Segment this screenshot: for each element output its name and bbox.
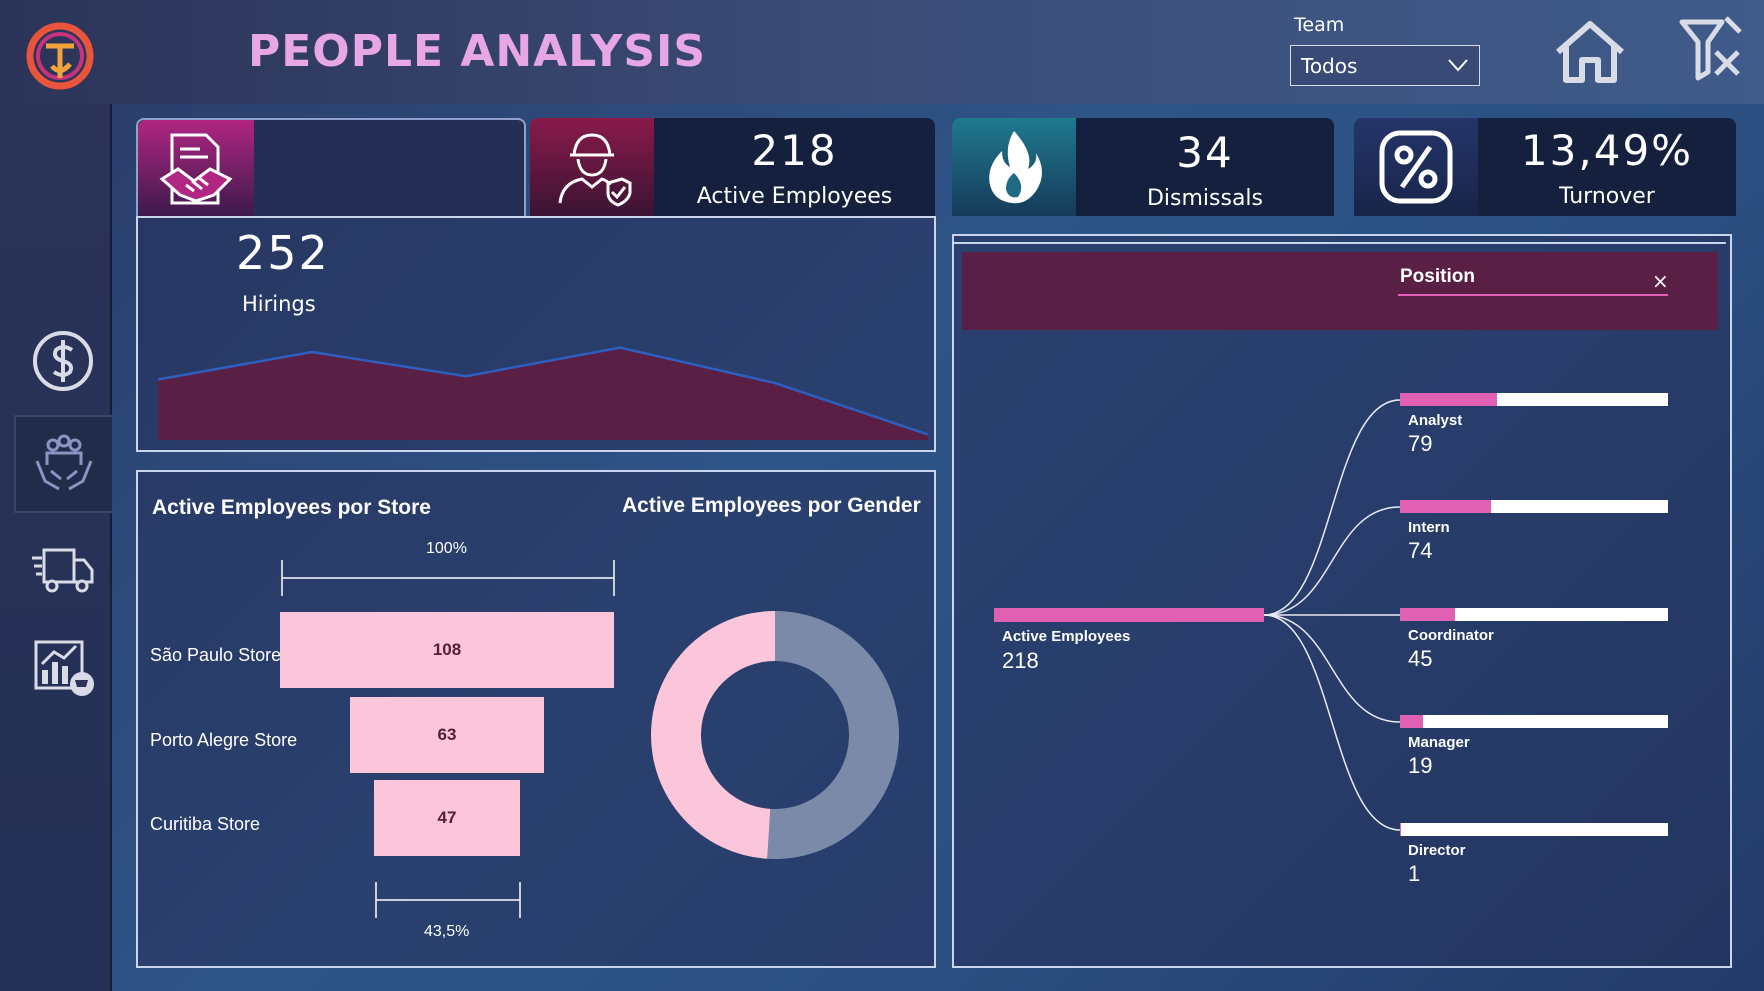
position-node-label: Director bbox=[1408, 842, 1466, 859]
position-node-value: 79 bbox=[1408, 431, 1433, 456]
position-node-label: Analyst bbox=[1408, 412, 1463, 429]
position-node-fill bbox=[1400, 500, 1491, 513]
decomposition-connectors bbox=[1263, 399, 1401, 831]
position-node-value: 19 bbox=[1408, 753, 1433, 778]
position-node-fill bbox=[1400, 608, 1456, 621]
position-node-bar[interactable] bbox=[1400, 823, 1668, 836]
position-node-bar[interactable] bbox=[1400, 393, 1668, 406]
position-node-fill bbox=[1400, 715, 1424, 728]
root-node-value: 218 bbox=[1002, 648, 1039, 673]
position-node-value: 74 bbox=[1408, 538, 1433, 563]
position-node-label: Manager bbox=[1408, 734, 1470, 751]
position-node-label: Coordinator bbox=[1408, 627, 1494, 644]
tree-connector bbox=[1263, 506, 1401, 616]
position-node-bar[interactable] bbox=[1400, 500, 1668, 513]
root-node-bar[interactable] bbox=[994, 608, 1264, 622]
root-node-label: Active Employees bbox=[1002, 628, 1131, 645]
position-node-bar[interactable] bbox=[1400, 715, 1668, 728]
position-node-value: 45 bbox=[1408, 646, 1433, 671]
tree-connector bbox=[1263, 614, 1401, 831]
position-node-value: 1 bbox=[1408, 861, 1421, 886]
tree-connector bbox=[1263, 614, 1401, 723]
position-node-fill bbox=[1400, 393, 1498, 406]
tree-connector bbox=[1263, 399, 1401, 616]
position-node-label: Intern bbox=[1408, 519, 1450, 536]
position-node-fill bbox=[1400, 823, 1402, 836]
position-node-bar[interactable] bbox=[1400, 608, 1668, 621]
dashboard: PEOPLE ANALYSIS Team Todos 252 Hirings 2… bbox=[0, 0, 1764, 991]
